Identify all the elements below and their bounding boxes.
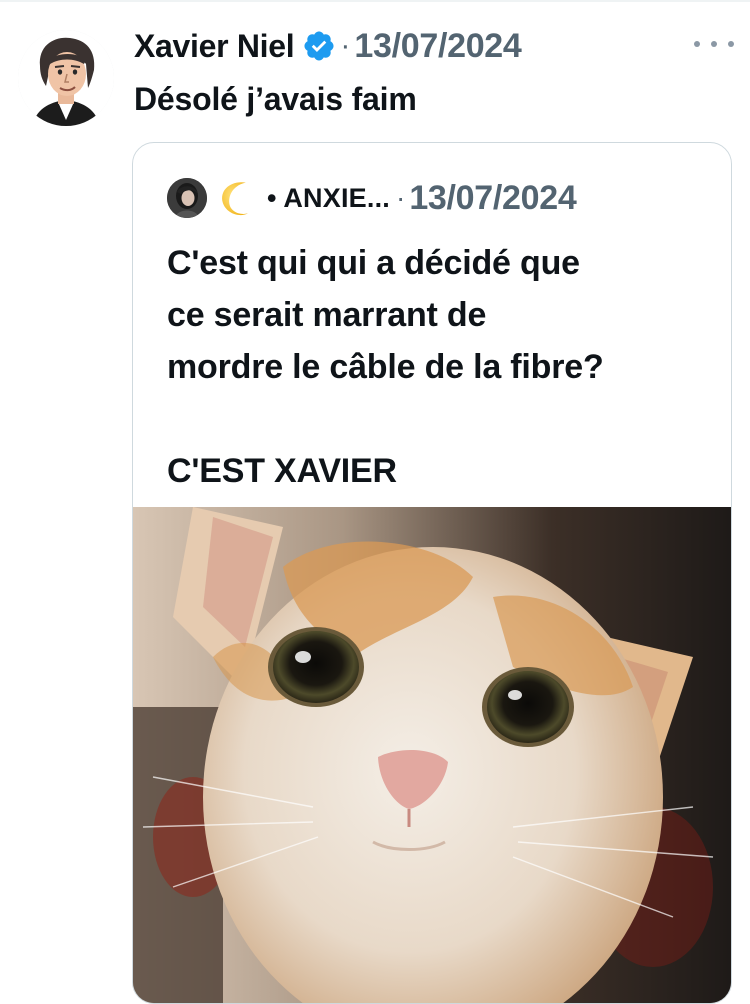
quoted-tweet-card[interactable]: • ANXIE... · 13/07/2024 C'est qui qui a … xyxy=(132,142,732,1004)
top-divider xyxy=(0,0,750,2)
more-dot-icon xyxy=(694,41,700,47)
author-avatar[interactable] xyxy=(18,30,114,126)
quoted-text-line: C'est qui qui a décidé que xyxy=(167,244,580,282)
more-dot-icon xyxy=(728,41,734,47)
quoted-tweet-date[interactable]: 13/07/2024 xyxy=(409,179,576,218)
tweet-header: Xavier Niel · 13/07/2024 xyxy=(134,26,522,66)
more-dot-icon xyxy=(711,41,717,47)
quoted-text-line xyxy=(167,393,707,445)
more-options-button[interactable] xyxy=(694,32,734,56)
quoted-text-line: mordre le câble de la fibre? xyxy=(167,348,604,386)
quoted-author-name[interactable]: • ANXIE... xyxy=(267,183,390,214)
quoted-tweet-text: C'est qui qui a décidé que ce serait mar… xyxy=(167,237,707,497)
header-separator: · xyxy=(340,29,351,62)
kitten-photo-icon xyxy=(133,507,731,1003)
crescent-moon-icon xyxy=(222,182,248,216)
verified-badge-icon xyxy=(304,31,334,61)
quoted-tweet-header: • ANXIE... · 13/07/2024 xyxy=(167,175,577,221)
caricature-portrait-icon xyxy=(18,30,114,126)
tweet-text: Désolé j’avais faim xyxy=(134,81,417,117)
quoted-header-separator: · xyxy=(395,182,406,213)
quoted-tweet-media[interactable] xyxy=(133,507,731,1003)
tweet-date[interactable]: 13/07/2024 xyxy=(354,27,521,66)
author-name[interactable]: Xavier Niel xyxy=(134,28,295,65)
quoted-author-avatar[interactable] xyxy=(167,178,207,218)
quoted-text-line: ce serait marrant de xyxy=(167,296,487,334)
quoted-text-line: C'EST XAVIER xyxy=(167,452,397,490)
profile-photo-icon xyxy=(167,178,207,218)
